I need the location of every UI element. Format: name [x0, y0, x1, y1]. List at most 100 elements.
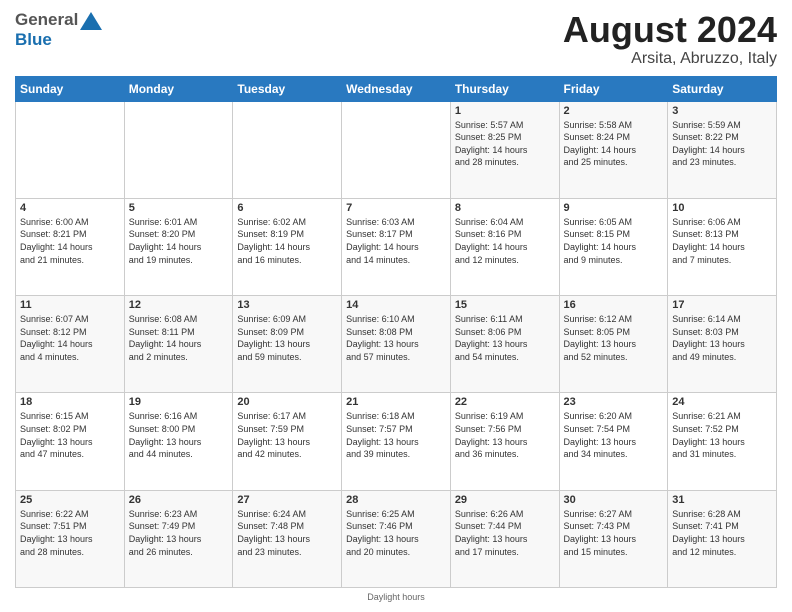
day-number: 25 — [20, 494, 120, 506]
day-info: Sunrise: 6:12 AM Sunset: 8:05 PM Dayligh… — [564, 313, 664, 363]
calendar-cell-2-4: 7Sunrise: 6:03 AM Sunset: 8:17 PM Daylig… — [342, 198, 451, 295]
calendar-cell-2-7: 10 Sunrise: 6:06 AM Sunset: 8:13 PM Dayli… — [668, 198, 777, 295]
day-number: 9 — [564, 202, 664, 214]
day-number: 17 — [672, 299, 772, 311]
logo-blue-text: Blue — [15, 30, 52, 49]
day-number: 27 — [237, 494, 337, 506]
day-info: Sunrise: 6:20 AM Sunset: 7:54 PM Dayligh… — [564, 410, 664, 460]
day-number: 2 — [564, 105, 664, 117]
calendar-cell-5-4: 28 Sunrise: 6:25 AM Sunset: 7:46 PM Dayli… — [342, 490, 451, 587]
day-info: Sunrise: 6:05 AM Sunset: 8:15 PM Dayligh… — [564, 216, 664, 266]
logo: General Blue — [15, 10, 102, 50]
day-info: Sunrise: 6:25 AM Sunset: 7:46 PM Dayligh… — [346, 508, 446, 558]
page: General Blue August 2024 Arsita, Abruzzo… — [0, 0, 792, 612]
day-info: Sunrise: 6:24 AM Sunset: 7:48 PM Dayligh… — [237, 508, 337, 558]
calendar-cell-3-5: 15Sunrise: 6:11 AM Sunset: 8:06 PM Dayli… — [450, 296, 559, 393]
calendar-header-friday: Friday — [559, 76, 668, 101]
day-number: 21 — [346, 396, 446, 408]
day-info: Sunrise: 6:28 AM Sunset: 7:41 PM Dayligh… — [672, 508, 772, 558]
day-info: Sunrise: 6:09 AM Sunset: 8:09 PM Dayligh… — [237, 313, 337, 363]
day-number: 10 — [672, 202, 772, 214]
day-number: 6 — [237, 202, 337, 214]
day-number: 8 — [455, 202, 555, 214]
calendar-header-sunday: Sunday — [16, 76, 125, 101]
calendar-header-thursday: Thursday — [450, 76, 559, 101]
day-info: Sunrise: 5:58 AM Sunset: 8:24 PM Dayligh… — [564, 119, 664, 169]
day-info: Sunrise: 6:26 AM Sunset: 7:44 PM Dayligh… — [455, 508, 555, 558]
footer-note: Daylight hours — [15, 592, 777, 602]
day-number: 3 — [672, 105, 772, 117]
day-info: Sunrise: 6:10 AM Sunset: 8:08 PM Dayligh… — [346, 313, 446, 363]
calendar-cell-4-4: 21 Sunrise: 6:18 AM Sunset: 7:57 PM Dayli… — [342, 393, 451, 490]
calendar-cell-2-5: 8 Sunrise: 6:04 AM Sunset: 8:16 PM Daylig… — [450, 198, 559, 295]
calendar-cell-4-6: 23 Sunrise: 6:20 AM Sunset: 7:54 PM Dayli… — [559, 393, 668, 490]
calendar-header-row: SundayMondayTuesdayWednesdayThursdayFrid… — [16, 76, 777, 101]
calendar-cell-2-1: 4 Sunrise: 6:00 AM Sunset: 8:21 PM Daylig… — [16, 198, 125, 295]
day-number: 14 — [346, 299, 446, 311]
day-info: Sunrise: 6:11 AM Sunset: 8:06 PM Dayligh… — [455, 313, 555, 363]
calendar-week-1: 1Sunrise: 5:57 AM Sunset: 8:25 PM Daylig… — [16, 101, 777, 198]
calendar-header-wednesday: Wednesday — [342, 76, 451, 101]
day-info: Sunrise: 6:03 AM Sunset: 8:17 PM Dayligh… — [346, 216, 446, 266]
day-number: 4 — [20, 202, 120, 214]
calendar-cell-3-6: 16 Sunrise: 6:12 AM Sunset: 8:05 PM Dayli… — [559, 296, 668, 393]
day-info: Sunrise: 6:15 AM Sunset: 8:02 PM Dayligh… — [20, 410, 120, 460]
calendar-header-monday: Monday — [124, 76, 233, 101]
day-number: 20 — [237, 396, 337, 408]
calendar-cell-3-1: 11Sunrise: 6:07 AM Sunset: 8:12 PM Dayli… — [16, 296, 125, 393]
day-info: Sunrise: 5:59 AM Sunset: 8:22 PM Dayligh… — [672, 119, 772, 169]
calendar-cell-1-7: 3 Sunrise: 5:59 AM Sunset: 8:22 PM Daylig… — [668, 101, 777, 198]
title-section: August 2024 Arsita, Abruzzo, Italy — [563, 10, 777, 68]
calendar-week-3: 11Sunrise: 6:07 AM Sunset: 8:12 PM Dayli… — [16, 296, 777, 393]
day-number: 30 — [564, 494, 664, 506]
day-info: Sunrise: 6:23 AM Sunset: 7:49 PM Dayligh… — [129, 508, 229, 558]
day-info: Sunrise: 6:18 AM Sunset: 7:57 PM Dayligh… — [346, 410, 446, 460]
day-info: Sunrise: 6:27 AM Sunset: 7:43 PM Dayligh… — [564, 508, 664, 558]
day-info: Sunrise: 6:21 AM Sunset: 7:52 PM Dayligh… — [672, 410, 772, 460]
header: General Blue August 2024 Arsita, Abruzzo… — [15, 10, 777, 68]
logo-general-text: General — [15, 10, 78, 30]
calendar-cell-2-2: 5 Sunrise: 6:01 AM Sunset: 8:20 PM Daylig… — [124, 198, 233, 295]
calendar-header-tuesday: Tuesday — [233, 76, 342, 101]
calendar-week-2: 4 Sunrise: 6:00 AM Sunset: 8:21 PM Daylig… — [16, 198, 777, 295]
day-info: Sunrise: 6:16 AM Sunset: 8:00 PM Dayligh… — [129, 410, 229, 460]
day-info: Sunrise: 6:00 AM Sunset: 8:21 PM Dayligh… — [20, 216, 120, 266]
day-info: Sunrise: 6:04 AM Sunset: 8:16 PM Dayligh… — [455, 216, 555, 266]
day-number: 19 — [129, 396, 229, 408]
calendar-week-5: 25Sunrise: 6:22 AM Sunset: 7:51 PM Dayli… — [16, 490, 777, 587]
calendar-cell-2-3: 6 Sunrise: 6:02 AM Sunset: 8:19 PM Daylig… — [233, 198, 342, 295]
day-number: 5 — [129, 202, 229, 214]
day-number: 28 — [346, 494, 446, 506]
day-number: 29 — [455, 494, 555, 506]
day-info: Sunrise: 6:17 AM Sunset: 7:59 PM Dayligh… — [237, 410, 337, 460]
calendar-cell-2-6: 9 Sunrise: 6:05 AM Sunset: 8:15 PM Daylig… — [559, 198, 668, 295]
day-info: Sunrise: 6:08 AM Sunset: 8:11 PM Dayligh… — [129, 313, 229, 363]
day-number: 22 — [455, 396, 555, 408]
day-number: 13 — [237, 299, 337, 311]
calendar-cell-5-3: 27 Sunrise: 6:24 AM Sunset: 7:48 PM Dayli… — [233, 490, 342, 587]
day-number: 16 — [564, 299, 664, 311]
day-info: Sunrise: 6:14 AM Sunset: 8:03 PM Dayligh… — [672, 313, 772, 363]
calendar-cell-3-2: 12Sunrise: 6:08 AM Sunset: 8:11 PM Dayli… — [124, 296, 233, 393]
calendar-cell-4-5: 22Sunrise: 6:19 AM Sunset: 7:56 PM Dayli… — [450, 393, 559, 490]
subtitle: Arsita, Abruzzo, Italy — [563, 50, 777, 68]
day-number: 26 — [129, 494, 229, 506]
day-info: Sunrise: 6:02 AM Sunset: 8:19 PM Dayligh… — [237, 216, 337, 266]
calendar-cell-5-2: 26 Sunrise: 6:23 AM Sunset: 7:49 PM Dayli… — [124, 490, 233, 587]
main-title: August 2024 — [563, 10, 777, 50]
calendar-table: SundayMondayTuesdayWednesdayThursdayFrid… — [15, 76, 777, 588]
calendar-cell-5-5: 29 Sunrise: 6:26 AM Sunset: 7:44 PM Dayli… — [450, 490, 559, 587]
calendar-cell-1-4 — [342, 101, 451, 198]
calendar-cell-1-5: 1Sunrise: 5:57 AM Sunset: 8:25 PM Daylig… — [450, 101, 559, 198]
calendar-cell-3-3: 13 Sunrise: 6:09 AM Sunset: 8:09 PM Dayli… — [233, 296, 342, 393]
day-info: Sunrise: 6:06 AM Sunset: 8:13 PM Dayligh… — [672, 216, 772, 266]
day-info: Sunrise: 6:01 AM Sunset: 8:20 PM Dayligh… — [129, 216, 229, 266]
day-number: 18 — [20, 396, 120, 408]
calendar-cell-3-4: 14 Sunrise: 6:10 AM Sunset: 8:08 PM Dayli… — [342, 296, 451, 393]
logo-icon — [80, 12, 102, 30]
calendar-cell-4-3: 20 Sunrise: 6:17 AM Sunset: 7:59 PM Dayli… — [233, 393, 342, 490]
calendar-cell-5-7: 31Sunrise: 6:28 AM Sunset: 7:41 PM Dayli… — [668, 490, 777, 587]
calendar-cell-1-2 — [124, 101, 233, 198]
day-number: 23 — [564, 396, 664, 408]
calendar-cell-4-7: 24Sunrise: 6:21 AM Sunset: 7:52 PM Dayli… — [668, 393, 777, 490]
